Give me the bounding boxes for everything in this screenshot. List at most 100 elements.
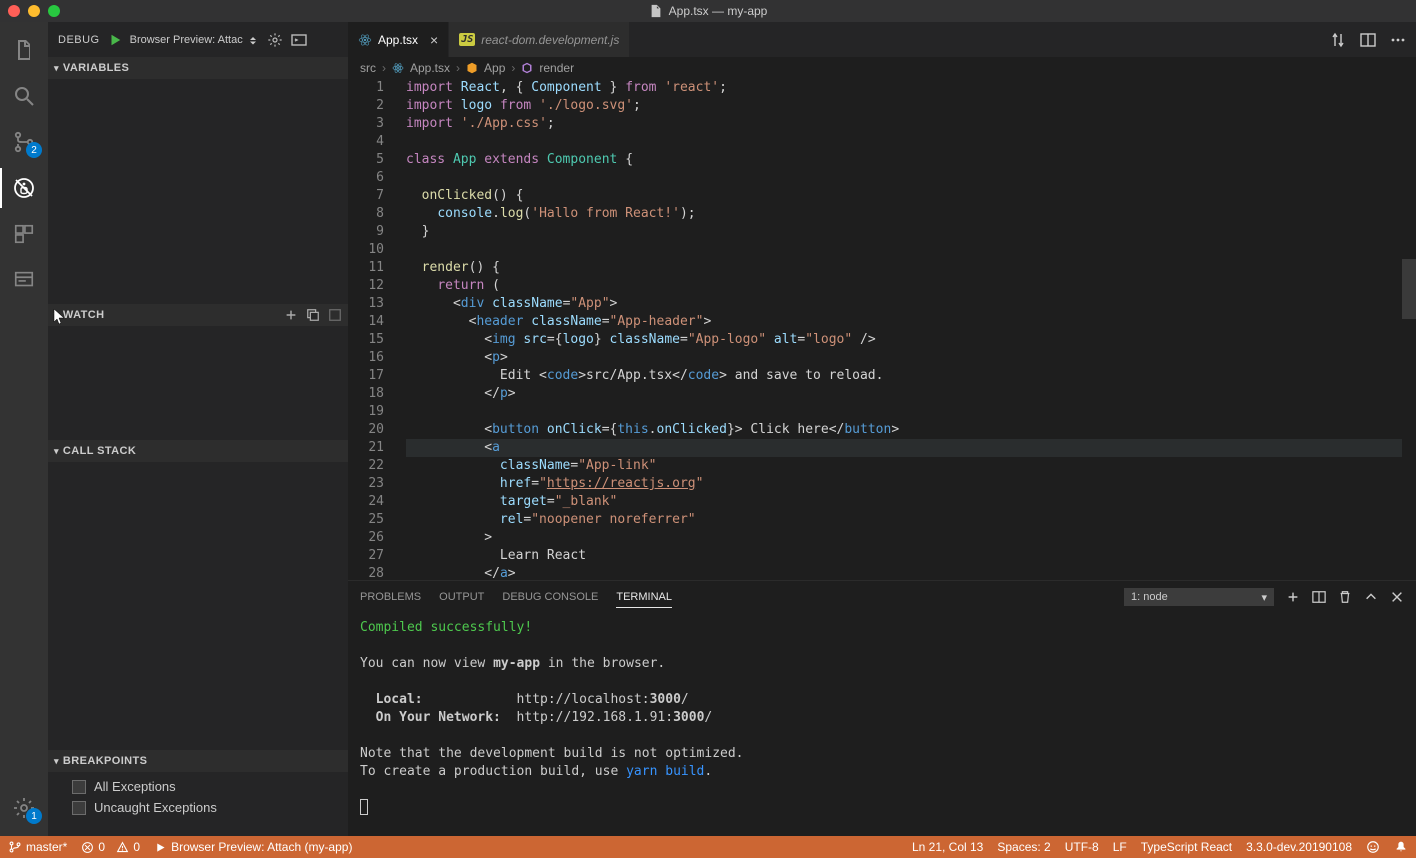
bottom-panel: PROBLEMS OUTPUT DEBUG CONSOLE TERMINAL 1… [348, 580, 1416, 836]
status-bar: master* 0 0 Browser Preview: Attach (my-… [0, 836, 1416, 858]
breakpoints-section-body: All Exceptions Uncaught Exceptions [48, 772, 348, 822]
tab-app-tsx[interactable]: App.tsx × [348, 22, 449, 57]
breadcrumbs[interactable]: src › App.tsx › App › render [348, 57, 1416, 79]
terminal-cursor [360, 799, 368, 815]
breakpoints-section-header[interactable]: ▾ BREAKPOINTS [48, 750, 348, 772]
debug-toolbar: DEBUG Browser Preview: Attac [48, 22, 348, 57]
breadcrumb-item[interactable]: render [539, 61, 574, 75]
settings-badge: 1 [26, 808, 42, 824]
variables-section-header[interactable]: ▾ VARIABLES [48, 57, 348, 79]
chevron-down-icon: ▾ [54, 756, 59, 767]
panel-tabs: PROBLEMS OUTPUT DEBUG CONSOLE TERMINAL 1… [348, 581, 1416, 613]
settings-gear-icon[interactable]: 1 [0, 788, 48, 828]
notifications-icon[interactable] [1394, 840, 1408, 854]
maximize-panel-icon[interactable] [1364, 590, 1378, 604]
tab-label: App.tsx [378, 33, 418, 47]
search-icon[interactable] [0, 76, 48, 116]
cursor-position-status[interactable]: Ln 21, Col 13 [912, 840, 983, 854]
add-watch-icon[interactable] [284, 308, 298, 322]
extensions-icon[interactable] [0, 214, 48, 254]
breadcrumb-item[interactable]: App.tsx [410, 61, 450, 75]
line-gutter: 1234567891011121314151617181920212223242… [348, 79, 398, 580]
terminal-select[interactable]: 1: node [1124, 588, 1274, 606]
debug-config-select[interactable]: Browser Preview: Attac [130, 34, 259, 46]
callstack-section-body [48, 462, 348, 750]
scm-badge: 2 [26, 142, 42, 158]
editor-actions [1330, 22, 1416, 57]
breakpoint-all-exceptions[interactable]: All Exceptions [48, 776, 348, 797]
watch-section-body [48, 326, 348, 440]
breakpoint-label: Uncaught Exceptions [94, 800, 217, 815]
callstack-section-header[interactable]: ▾ CALL STACK [48, 440, 348, 462]
debug-config-label: Browser Preview: Attac [130, 34, 243, 46]
class-symbol-icon [466, 62, 478, 74]
breakpoint-label: All Exceptions [94, 779, 176, 794]
debug-settings-icon[interactable] [267, 32, 283, 48]
titlebar: App.tsx — my-app [0, 0, 1416, 22]
breadcrumb-item[interactable]: src [360, 61, 376, 75]
minimap[interactable] [1402, 79, 1416, 580]
debug-label: DEBUG [58, 34, 100, 46]
chevron-down-icon: ▾ [54, 446, 59, 457]
file-icon [649, 4, 663, 18]
watch-label: WATCH [63, 309, 105, 321]
remove-all-icon[interactable] [328, 308, 342, 322]
terminal-tab[interactable]: TERMINAL [616, 587, 672, 608]
chevron-down-icon: ▾ [54, 310, 59, 321]
code-editor[interactable]: import React, { Component } from 'react'… [398, 79, 1416, 580]
git-branch-status[interactable]: master* [8, 840, 67, 854]
typescript-version-status[interactable]: 3.3.0-dev.20190108 [1246, 840, 1352, 854]
problems-tab[interactable]: PROBLEMS [360, 587, 421, 607]
breadcrumb-item[interactable]: App [484, 61, 505, 75]
callstack-label: CALL STACK [63, 445, 136, 457]
variables-section-body [48, 79, 348, 304]
tab-react-dom-dev[interactable]: JS react-dom.development.js [449, 22, 630, 57]
watch-section-header[interactable]: ▾ WATCH [48, 304, 348, 326]
collapse-all-icon[interactable] [306, 308, 320, 322]
debug-icon[interactable] [0, 168, 48, 208]
chevron-down-icon: ▾ [54, 63, 59, 74]
checkbox[interactable] [72, 801, 86, 815]
debug-target-status[interactable]: Browser Preview: Attach (my-app) [154, 840, 352, 854]
browser-preview-icon[interactable] [0, 260, 48, 300]
indentation-status[interactable]: Spaces: 2 [997, 840, 1050, 854]
debug-console-tab[interactable]: DEBUG CONSOLE [502, 587, 598, 607]
split-terminal-icon[interactable] [1312, 590, 1326, 604]
editor-tabs: App.tsx × JS react-dom.development.js [348, 22, 1416, 57]
chevron-right-icon: › [456, 61, 460, 75]
more-actions-icon[interactable] [1390, 32, 1406, 48]
new-terminal-icon[interactable] [1286, 590, 1300, 604]
feedback-icon[interactable] [1366, 840, 1380, 854]
compare-changes-icon[interactable] [1330, 32, 1346, 48]
debug-sidebar: DEBUG Browser Preview: Attac ▾ VARIABLES… [48, 22, 348, 836]
react-file-icon [392, 62, 404, 74]
minimap-thumb[interactable] [1402, 259, 1416, 319]
explorer-icon[interactable] [0, 30, 48, 70]
chevron-right-icon: › [382, 61, 386, 75]
chevron-right-icon: › [511, 61, 515, 75]
checkbox[interactable] [72, 780, 86, 794]
tab-label: react-dom.development.js [481, 33, 619, 47]
source-control-icon[interactable]: 2 [0, 122, 48, 162]
split-editor-icon[interactable] [1360, 32, 1376, 48]
terminal-output[interactable]: Compiled successfully! You can now view … [348, 613, 1416, 836]
kill-terminal-icon[interactable] [1338, 590, 1352, 604]
start-debug-button[interactable] [108, 33, 122, 47]
method-symbol-icon [521, 62, 533, 74]
variables-label: VARIABLES [63, 62, 129, 74]
terminal-select-label: 1: node [1131, 591, 1168, 603]
close-panel-icon[interactable] [1390, 590, 1404, 604]
language-status[interactable]: TypeScript React [1141, 840, 1232, 854]
react-file-icon [358, 33, 372, 47]
editor-area: App.tsx × JS react-dom.development.js sr… [348, 22, 1416, 836]
breakpoints-label: BREAKPOINTS [63, 755, 147, 767]
editor-content[interactable]: 1234567891011121314151617181920212223242… [348, 79, 1416, 580]
encoding-status[interactable]: UTF-8 [1065, 840, 1099, 854]
eol-status[interactable]: LF [1113, 840, 1127, 854]
close-tab-icon[interactable]: × [430, 32, 438, 48]
output-tab[interactable]: OUTPUT [439, 587, 484, 607]
window-title: App.tsx — my-app [0, 4, 1416, 18]
debug-console-toggle-icon[interactable] [291, 32, 307, 48]
breakpoint-uncaught-exceptions[interactable]: Uncaught Exceptions [48, 797, 348, 818]
errors-status[interactable]: 0 0 [81, 840, 140, 854]
